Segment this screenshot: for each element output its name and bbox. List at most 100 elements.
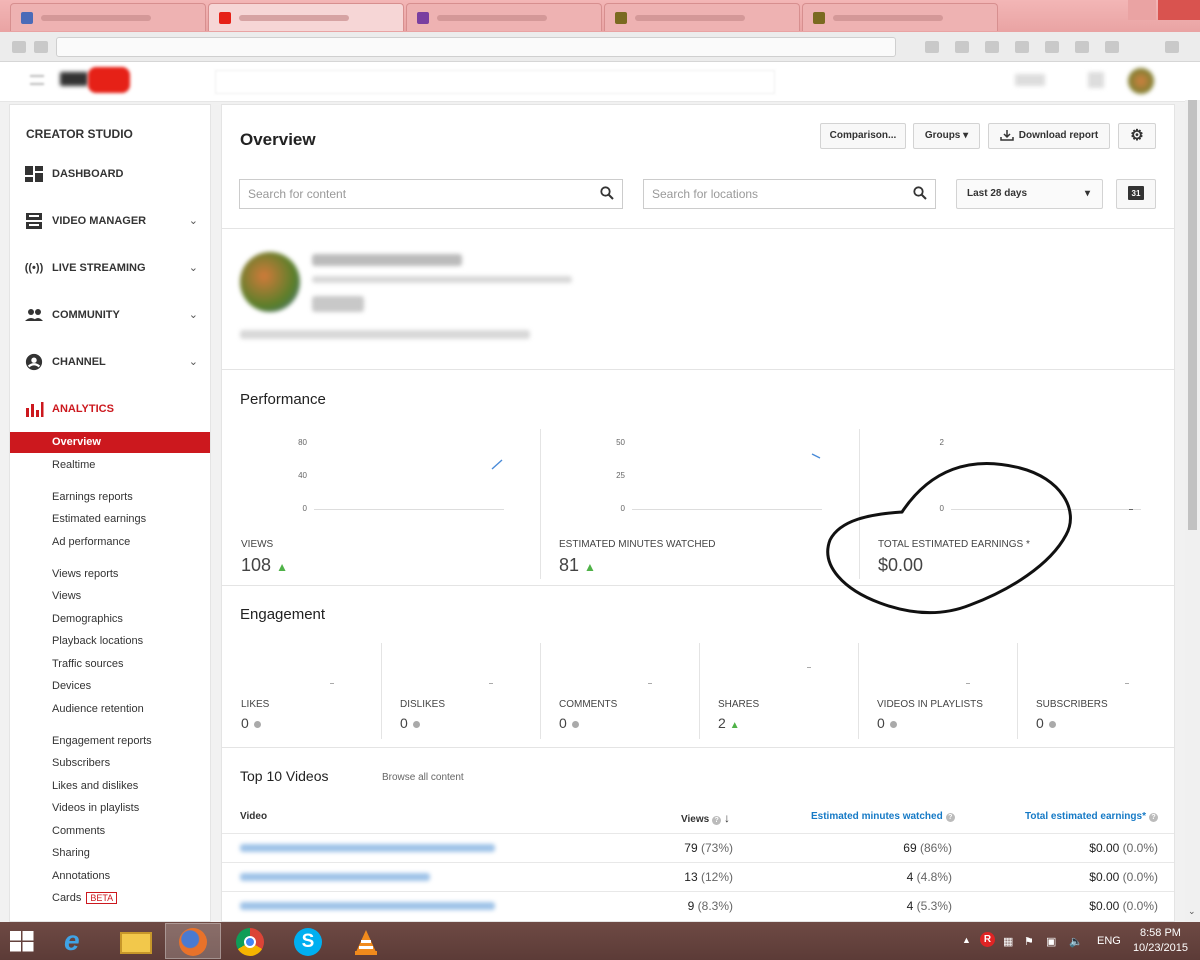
sidebar-subitem-comments[interactable]: Comments	[10, 821, 210, 842]
date-range-select[interactable]: Last 28 days ▾	[956, 179, 1103, 209]
bookmark-icon[interactable]	[925, 41, 939, 53]
sidebar-subitem-traffic-sources[interactable]: Traffic sources	[10, 654, 210, 675]
chevron-down-icon[interactable]: ⌄	[189, 355, 198, 368]
metric-likes[interactable]: LIKES 0	[222, 643, 381, 739]
browser-tab[interactable]	[10, 3, 206, 31]
volume-icon[interactable]: 🔈	[1069, 935, 1083, 948]
sidebar-subitem-subscribers[interactable]: Subscribers	[10, 753, 210, 774]
sidebar-subitem-estimated-earnings[interactable]: Estimated earnings	[10, 509, 210, 530]
page-scrollbar[interactable]: ⌄	[1185, 100, 1200, 922]
youtube-search-input[interactable]	[215, 70, 775, 94]
download-report-button[interactable]: Download report	[988, 123, 1110, 149]
toolbar-icon[interactable]	[985, 41, 999, 53]
sidebar-item-video-manager[interactable]: VIDEO MANAGER ⌄	[10, 206, 210, 236]
system-clock[interactable]: 8:58 PM 10/23/2015	[1133, 926, 1188, 956]
browser-tab[interactable]	[802, 3, 998, 31]
sidebar-subitem-overview[interactable]: Overview	[10, 432, 210, 453]
taskbar-vlc[interactable]	[338, 923, 394, 959]
browser-tab[interactable]	[604, 3, 800, 31]
sidebar-subitem-audience-retention[interactable]: Audience retention	[10, 699, 210, 720]
metric-minutes-watched[interactable]: 50 25 0 ESTIMATED MINUTES WATCHED 81 ▲	[540, 429, 859, 579]
settings-button[interactable]: ⚙	[1118, 123, 1156, 149]
sidebar-subitem-earnings-reports[interactable]: Earnings reports	[10, 487, 210, 508]
toolbar-icon[interactable]	[1015, 41, 1029, 53]
column-video[interactable]: Video	[240, 811, 267, 822]
sidebar-item-live-streaming[interactable]: ((•)) LIVE STREAMING ⌄	[10, 253, 210, 283]
chevron-down-icon[interactable]: ⌄	[189, 261, 198, 274]
help-icon[interactable]: ?	[712, 816, 722, 825]
sidebar-item-channel[interactable]: CHANNEL ⌄	[10, 347, 210, 377]
menu-icon[interactable]	[1165, 41, 1179, 53]
search-content-input[interactable]: Search for content	[239, 179, 623, 209]
search-locations-input[interactable]: Search for locations	[643, 179, 936, 209]
sidebar-subitem-playback-locations[interactable]: Playback locations	[10, 631, 210, 652]
video-title-blurred[interactable]	[240, 844, 495, 852]
sidebar-subitem-engagement-reports[interactable]: Engagement reports	[10, 731, 210, 752]
sidebar-subitem-realtime[interactable]: Realtime	[10, 455, 210, 476]
sidebar-subitem-ad-performance[interactable]: Ad performance	[10, 532, 210, 553]
address-bar[interactable]	[56, 37, 896, 57]
metric-comments[interactable]: COMMENTS 0	[540, 643, 699, 739]
table-row[interactable]: 13 (12%) 4 (4.8%) $0.00 (0.0%)	[222, 862, 1174, 891]
sidebar-subitem-views[interactable]: Views	[10, 586, 210, 607]
toolbar-icon[interactable]	[955, 41, 969, 53]
help-icon[interactable]: ?	[1148, 813, 1158, 822]
groups-button[interactable]: Groups ▾	[913, 123, 980, 149]
scroll-down-icon[interactable]: ⌄	[1188, 906, 1196, 917]
sidebar-item-community[interactable]: COMMUNITY ⌄	[10, 300, 210, 330]
comparison-button[interactable]: Comparison...	[820, 123, 906, 149]
calendar-button[interactable]: 31	[1116, 179, 1156, 209]
upload-button[interactable]	[1015, 74, 1045, 86]
metric-dislikes[interactable]: DISLIKES 0	[381, 643, 540, 739]
forward-icon[interactable]	[34, 41, 48, 53]
notifications-icon[interactable]	[1088, 72, 1104, 88]
guide-menu-icon[interactable]	[30, 75, 44, 85]
browser-tab-active[interactable]	[208, 3, 404, 31]
metric-estimated-earnings[interactable]: 2 0 TOTAL ESTIMATED EARNINGS * $0.00	[859, 429, 1174, 579]
video-title-blurred[interactable]	[240, 902, 495, 910]
search-icon[interactable]	[913, 186, 927, 200]
show-hidden-icons[interactable]: ▲	[962, 935, 971, 945]
sidebar-subitem-sharing[interactable]: Sharing	[10, 843, 210, 864]
toolbar-icon[interactable]	[1075, 41, 1089, 53]
windows-start-icon[interactable]	[10, 931, 34, 952]
sidebar-item-dashboard[interactable]: DASHBOARD	[10, 159, 210, 189]
flag-icon[interactable]: ⚑	[1024, 935, 1034, 948]
taskbar-internet-explorer[interactable]: e	[50, 923, 106, 959]
taskbar-chrome[interactable]	[222, 923, 278, 959]
taskbar-file-explorer[interactable]	[108, 923, 164, 959]
taskbar-firefox[interactable]	[165, 923, 221, 959]
network-tray-icon[interactable]: ▦	[1003, 935, 1013, 948]
antivirus-tray-icon[interactable]: R	[980, 932, 995, 947]
close-window-button[interactable]	[1158, 0, 1200, 20]
sidebar-subitem-likes-dislikes[interactable]: Likes and dislikes	[10, 776, 210, 797]
youtube-logo[interactable]	[60, 67, 130, 93]
column-earnings[interactable]: Total estimated earnings*?	[1025, 811, 1158, 822]
column-views[interactable]: Views? ↓	[681, 811, 730, 825]
metric-subscribers[interactable]: SUBSCRIBERS 0	[1017, 643, 1174, 739]
scrollbar-thumb[interactable]	[1188, 100, 1197, 530]
search-icon[interactable]	[600, 186, 614, 200]
toolbar-icon[interactable]	[1105, 41, 1119, 53]
video-title-blurred[interactable]	[240, 873, 430, 881]
toolbar-icon[interactable]	[1045, 41, 1059, 53]
browser-tab[interactable]	[406, 3, 602, 31]
browse-all-content-link[interactable]: Browse all content	[382, 772, 464, 783]
taskbar-skype[interactable]: S	[280, 923, 336, 959]
input-language[interactable]: ENG	[1097, 935, 1121, 947]
sidebar-subitem-cards[interactable]: Cards BETA	[10, 888, 210, 909]
sidebar-subitem-videos-in-playlists[interactable]: Videos in playlists	[10, 798, 210, 819]
metric-shares[interactable]: SHARES 2 ▲	[699, 643, 858, 739]
chevron-down-icon[interactable]: ⌄	[189, 214, 198, 227]
help-icon[interactable]: ?	[945, 813, 955, 822]
table-row[interactable]: 9 (8.3%) 4 (5.3%) $0.00 (0.0%)	[222, 891, 1174, 920]
sidebar-item-analytics[interactable]: ANALYTICS	[10, 394, 210, 424]
minimize-button[interactable]	[1128, 0, 1156, 20]
account-avatar[interactable]	[1128, 68, 1154, 94]
sidebar-subitem-views-reports[interactable]: Views reports	[10, 564, 210, 585]
sidebar-subitem-demographics[interactable]: Demographics	[10, 609, 210, 630]
sidebar-subitem-devices[interactable]: Devices	[10, 676, 210, 697]
metric-views[interactable]: 80 40 0 VIEWS 108 ▲	[222, 429, 540, 579]
monitor-icon[interactable]: ▣	[1046, 935, 1056, 948]
chevron-down-icon[interactable]: ⌄	[189, 308, 198, 321]
